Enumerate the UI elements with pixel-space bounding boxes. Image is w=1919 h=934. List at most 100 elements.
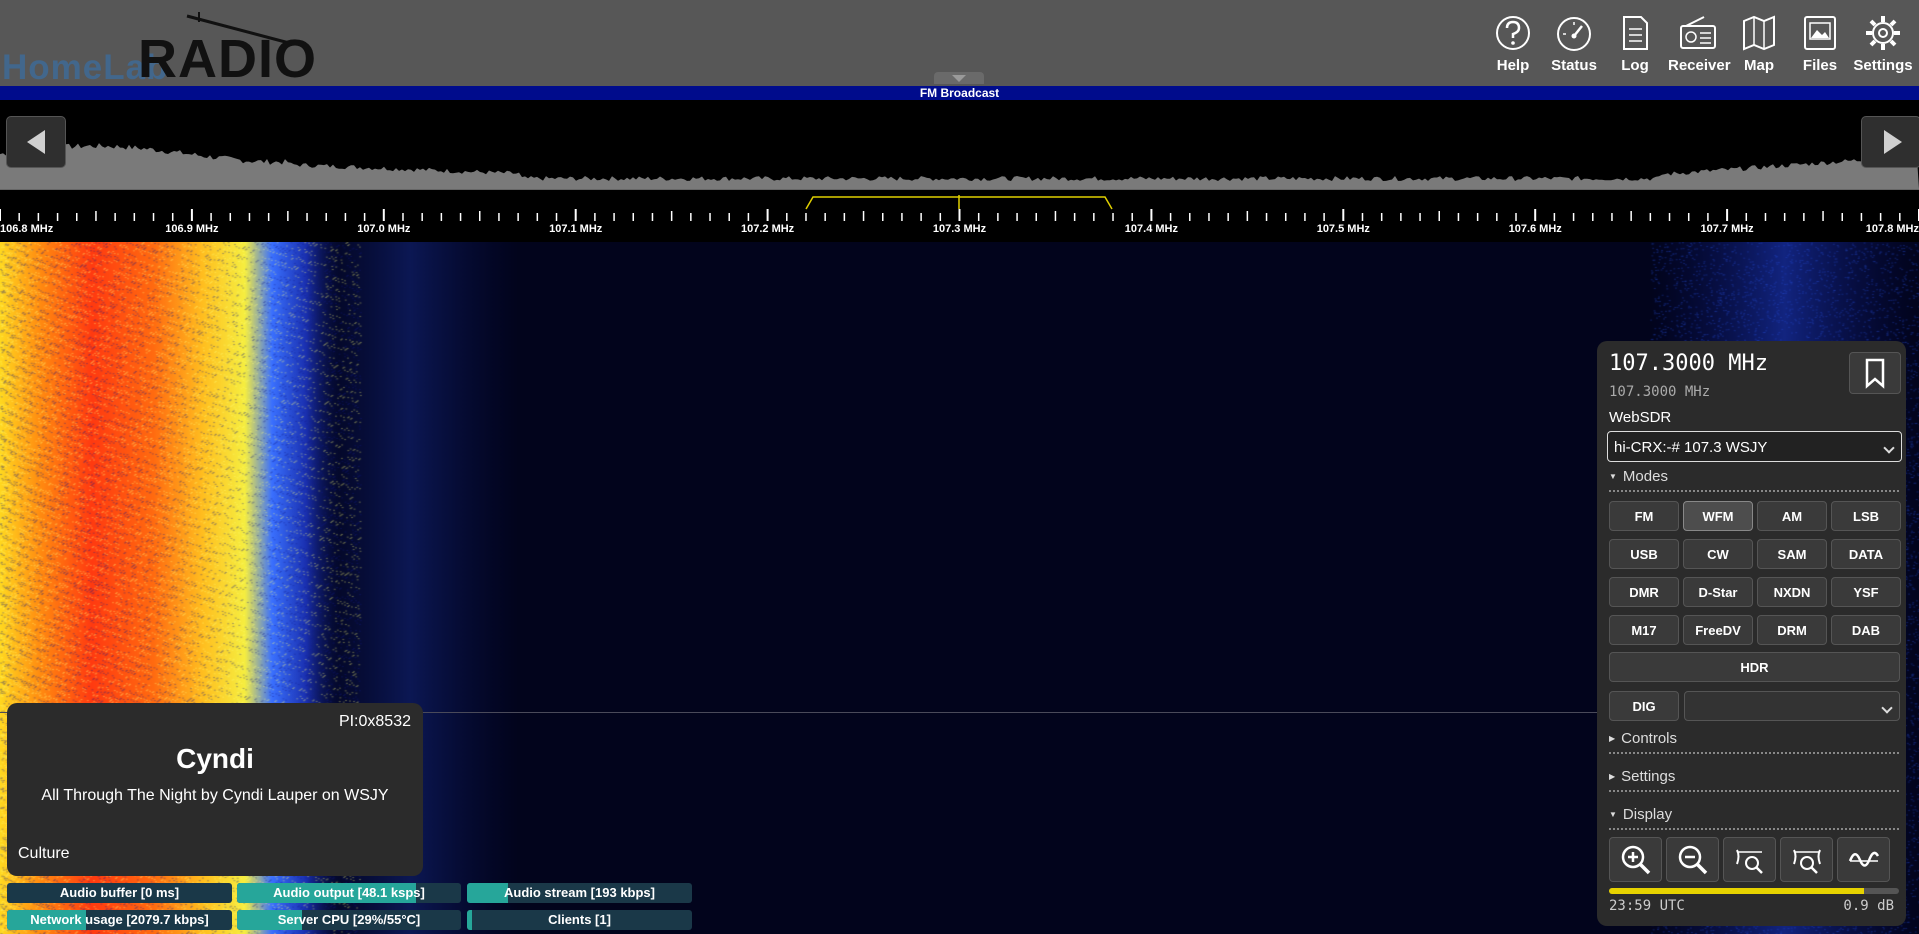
mode-button-drm[interactable]: DRM	[1757, 615, 1827, 645]
section-modes-label: Modes	[1622, 468, 1668, 485]
collapsed-triangle-icon: ▶	[1609, 772, 1616, 781]
files-icon	[1804, 16, 1836, 50]
bookmark-icon	[1865, 358, 1885, 389]
scale-label: 106.9 MHz	[165, 223, 219, 235]
mode-button-dab[interactable]: DAB	[1831, 615, 1901, 645]
zoom-band-icon	[1736, 849, 1763, 874]
mode-button-dmr[interactable]: DMR	[1609, 577, 1679, 607]
chevron-down-icon	[952, 75, 966, 82]
nav-log-label: Log	[1621, 57, 1649, 74]
mode-button-dstar[interactable]: D-Star	[1683, 577, 1753, 607]
header: HomeLab RADIO Help Status Log Receiver M…	[0, 0, 1919, 87]
nav-files-button[interactable]: Files	[1790, 12, 1850, 80]
scale-label: 107.5 MHz	[1316, 223, 1370, 235]
auto-adjust-button[interactable]	[1837, 837, 1890, 882]
collapse-header-button[interactable]	[934, 72, 984, 84]
spectrum-display[interactable]	[0, 100, 1919, 189]
log-icon	[1623, 16, 1648, 50]
nav-settings-button[interactable]: Settings	[1853, 12, 1913, 80]
nav-status-label: Status	[1551, 57, 1597, 74]
mode-button-sam[interactable]: SAM	[1757, 539, 1827, 569]
rds-radio-text: All Through The Night by Cyndi Lauper on…	[41, 787, 389, 804]
frequency-display[interactable]: 107.3000 MHz	[1609, 351, 1768, 376]
mode-button-dig[interactable]: DIG	[1609, 691, 1679, 721]
nav-map-button[interactable]: Map	[1729, 12, 1789, 80]
audio-output-status: Audio output [48.1 ksps]	[237, 883, 461, 903]
mode-button-nxdn[interactable]: NXDN	[1757, 577, 1827, 607]
expanded-triangle-icon: ▼	[1609, 810, 1617, 819]
section-controls[interactable]: ▶ Controls	[1609, 730, 1899, 754]
audio-buffer-status: Audio buffer [0 ms]	[7, 883, 232, 903]
zoom-to-band-button[interactable]	[1723, 837, 1776, 882]
nav-log-button[interactable]: Log	[1605, 12, 1665, 80]
pan-left-button[interactable]	[6, 116, 66, 168]
help-icon	[1496, 16, 1530, 50]
zoom-out-button[interactable]	[1666, 837, 1719, 882]
spectrum-trace	[0, 143, 1919, 189]
nav-status-button[interactable]: Status	[1544, 12, 1604, 80]
arrow-left-icon	[27, 130, 45, 154]
mode-button-ysf[interactable]: YSF	[1831, 577, 1901, 607]
mode-button-fm[interactable]: FM	[1609, 501, 1679, 531]
mode-button-hdr[interactable]: HDR	[1609, 652, 1900, 682]
nav-files-label: Files	[1802, 57, 1838, 74]
utc-clock: 23:59 UTC	[1609, 898, 1685, 914]
scale-label: 106.8 MHz	[0, 223, 54, 235]
audio-output-label: Audio output [48.1 ksps]	[273, 885, 425, 900]
rds-metadata-panel: PI:0x8532 Cyndi All Through The Night by…	[7, 703, 423, 876]
server-cpu-status: Server CPU [29%/55°C]	[237, 910, 461, 930]
zoom-out-icon	[1678, 845, 1708, 875]
radio-icon	[1680, 16, 1716, 49]
chevron-down-icon	[1883, 442, 1895, 454]
rds-pi-code: PI:0x8532	[338, 713, 411, 730]
bookmark-button[interactable]	[1849, 352, 1901, 394]
zoom-to-signal-button[interactable]	[1780, 837, 1833, 882]
gear-icon	[1866, 16, 1900, 50]
mode-button-am[interactable]: AM	[1757, 501, 1827, 531]
frequency-scale[interactable]: 106.8 MHz 106.9 MHz 107.0 MHz 107.1 MHz 107.…	[0, 188, 1919, 242]
scale-label: 107.2 MHz	[740, 223, 795, 235]
audio-stream-status: Audio stream [193 kbps]	[467, 883, 692, 903]
audio-stream-label: Audio stream [193 kbps]	[504, 885, 655, 900]
profile-select-value: hi-CRX:-# 107.3 WSJY	[1614, 439, 1768, 456]
mode-button-m17[interactable]: M17	[1609, 615, 1679, 645]
collapsed-triangle-icon: ▶	[1609, 734, 1616, 743]
network-usage-label: Network usage [2079.7 kbps]	[30, 912, 209, 927]
mode-button-wfm[interactable]: WFM	[1683, 501, 1753, 531]
waveform-icon	[1848, 851, 1880, 867]
spectrum-fill	[0, 143, 1919, 189]
profile-label: WebSDR	[1609, 409, 1672, 426]
nav-receiver-button[interactable]: Receiver	[1668, 12, 1731, 80]
map-icon	[1743, 15, 1775, 51]
server-cpu-label: Server CPU [29%/55°C]	[277, 912, 421, 927]
profile-select[interactable]: hi-CRX:-# 107.3 WSJY	[1607, 431, 1902, 462]
logo[interactable]: HomeLab RADIO	[0, 6, 316, 87]
signal-meter	[1609, 888, 1899, 894]
zoom-in-button[interactable]	[1609, 837, 1662, 882]
digital-mode-select[interactable]	[1684, 691, 1900, 721]
mode-button-usb[interactable]: USB	[1609, 539, 1679, 569]
scale-label: 107.3 MHz	[932, 223, 987, 235]
secondary-frequency-display: 107.3000 MHz	[1609, 384, 1711, 400]
expanded-triangle-icon: ▼	[1609, 472, 1617, 481]
logo-text-radio: RADIO	[138, 29, 317, 89]
mode-button-data[interactable]: DATA	[1831, 539, 1901, 569]
mode-button-cw[interactable]: CW	[1683, 539, 1753, 569]
mode-button-freedv[interactable]: FreeDV	[1683, 615, 1753, 645]
mode-button-lsb[interactable]: LSB	[1831, 501, 1901, 531]
nav-receiver-label: Receiver	[1668, 57, 1731, 74]
pan-right-button[interactable]	[1861, 116, 1919, 168]
scale-label: 107.4 MHz	[1124, 223, 1178, 235]
section-display[interactable]: ▼ Display	[1609, 806, 1899, 830]
section-controls-label: Controls	[1621, 730, 1678, 747]
nav-help-button[interactable]: Help	[1483, 12, 1543, 80]
clients-status: Clients [1]	[467, 910, 692, 930]
scale-label: 107.0 MHz	[357, 223, 411, 235]
section-modes[interactable]: ▼ Modes	[1609, 468, 1899, 492]
nav-help-label: Help	[1496, 57, 1530, 74]
nav-settings-label: Settings	[1853, 57, 1913, 74]
gauge-icon	[1557, 17, 1591, 51]
scale-label: 107.7 MHz	[1700, 223, 1754, 235]
section-settings[interactable]: ▶ Settings	[1609, 768, 1899, 792]
section-settings-label: Settings	[1621, 768, 1676, 785]
